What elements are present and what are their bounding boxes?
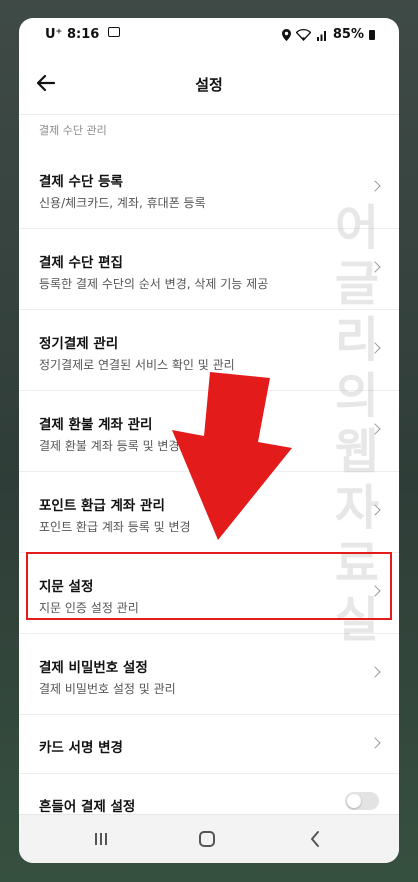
back-nav-button[interactable] — [295, 825, 335, 853]
battery-percent: 85% — [332, 27, 364, 42]
list-item-refund-account[interactable]: 결제 환불 계좌 관리 결제 환불 계좌 등록 및 변경 — [19, 391, 399, 472]
signal-icon — [316, 30, 326, 41]
chevron-right-icon — [369, 737, 381, 749]
image-notification-icon — [107, 27, 120, 37]
item-subtitle: 결제 비밀번호 설정 및 관리 — [39, 682, 176, 696]
carrier: U⁺ — [45, 27, 63, 42]
list-item-subscription[interactable]: 정기결제 관리 정기결제로 연결된 서비스 확인 및 관리 — [19, 310, 399, 391]
page-title: 설정 — [195, 76, 223, 94]
item-title: 정기결제 관리 — [39, 336, 119, 352]
chevron-right-icon — [369, 504, 381, 516]
chevron-right-icon — [369, 666, 381, 678]
system-nav-bar — [19, 814, 399, 863]
chevron-right-icon — [369, 261, 381, 273]
item-title: 지문 설정 — [39, 579, 94, 595]
item-title: 결제 환불 계좌 관리 — [39, 417, 153, 433]
item-subtitle: 신용/체크카드, 계좌, 휴대폰 등록 — [39, 196, 206, 210]
item-title: 결제 수단 등록 — [39, 174, 123, 190]
toggle-knob — [347, 794, 361, 808]
chevron-right-icon — [369, 180, 381, 192]
wifi-icon — [295, 28, 311, 41]
item-title: 카드 서명 변경 — [39, 740, 123, 756]
shake-payment-toggle[interactable] — [345, 792, 379, 810]
chevron-right-icon — [369, 342, 381, 354]
section-title: 결제 수단 관리 — [39, 124, 107, 137]
item-title: 포인트 환급 계좌 관리 — [39, 498, 165, 514]
item-title: 결제 수단 편집 — [39, 255, 123, 271]
item-subtitle: 포인트 환급 계좌 등록 및 변경 — [39, 520, 191, 534]
list-item-register-payment[interactable]: 결제 수단 등록 신용/체크카드, 계좌, 휴대폰 등록 — [19, 148, 399, 229]
recent-apps-button[interactable] — [81, 825, 121, 853]
status-bar: U⁺ 8:16 85% — [19, 18, 399, 52]
item-title: 흔들어 결제 설정 — [39, 799, 136, 815]
settings-list: 결제 수단 등록 신용/체크카드, 계좌, 휴대폰 등록 결제 수단 편집 등록… — [19, 148, 399, 832]
list-item-payment-password[interactable]: 결제 비밀번호 설정 결제 비밀번호 설정 및 관리 — [19, 634, 399, 715]
chevron-left-icon — [311, 831, 319, 847]
item-title: 결제 비밀번호 설정 — [39, 660, 148, 676]
app-header: 설정 — [19, 52, 399, 115]
item-subtitle: 결제 환불 계좌 등록 및 변경 — [39, 439, 180, 453]
chevron-right-icon — [369, 585, 381, 597]
item-subtitle: 정기결제로 연결된 서비스 확인 및 관리 — [39, 358, 235, 372]
battery-icon — [369, 29, 375, 40]
list-item-card-signature[interactable]: 카드 서명 변경 — [19, 715, 399, 774]
clock: 8:16 — [66, 27, 100, 42]
list-item-fingerprint[interactable]: 지문 설정 지문 인증 설정 관리 — [19, 553, 399, 634]
item-subtitle: 지문 인증 설정 관리 — [39, 601, 139, 615]
location-icon — [281, 28, 291, 41]
item-subtitle: 등록한 결제 수단의 순서 변경, 삭제 기능 제공 — [39, 277, 269, 291]
home-button[interactable] — [187, 825, 227, 853]
list-item-point-account[interactable]: 포인트 환급 계좌 관리 포인트 환급 계좌 등록 및 변경 — [19, 472, 399, 553]
list-item-edit-payment[interactable]: 결제 수단 편집 등록한 결제 수단의 순서 변경, 삭제 기능 제공 — [19, 229, 399, 310]
home-icon — [199, 831, 215, 847]
chevron-right-icon — [369, 423, 381, 435]
recent-apps-icon — [95, 833, 107, 845]
